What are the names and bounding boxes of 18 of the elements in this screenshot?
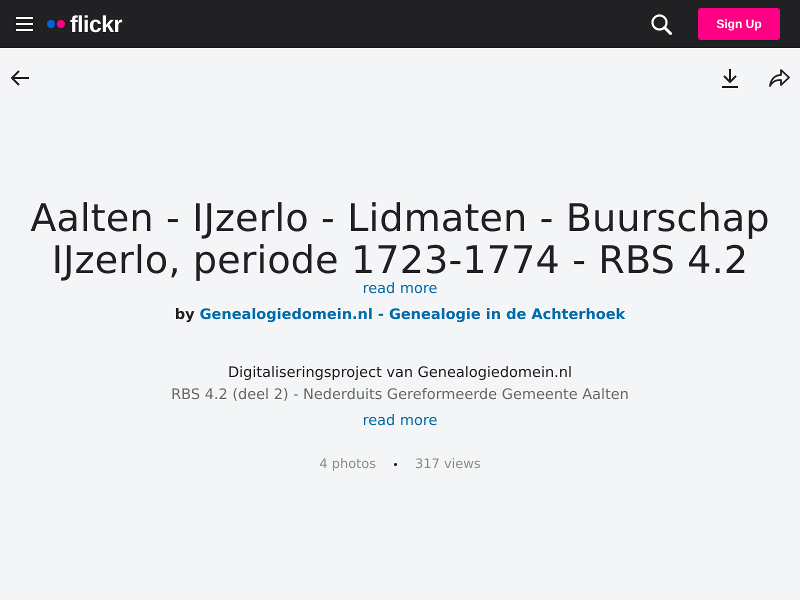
separator-dot — [394, 463, 397, 466]
read-more-link[interactable]: read more — [362, 281, 438, 297]
logo-dots-icon — [47, 20, 65, 28]
description-line: Digitaliseringsproject van Genealogiedomein.nl — [226, 365, 574, 381]
share-arrow-icon[interactable] — [769, 69, 790, 87]
description-line: RBS 4.2 (deel 2) - Nederduits Gereformeerde Gemeente Aalten — [171, 387, 629, 403]
album-author-line: by Genealogiedomein.nl - Genealogie in de Achterhoek — [174, 307, 626, 323]
download-icon[interactable] — [721, 68, 739, 88]
search-icon[interactable] — [651, 14, 672, 34]
album-title: Aalten - IJzerlo - Lidmaten - Buurschap IJzerlo, periode 1723-1774 - RBS 4.2 — [29, 197, 771, 281]
menu-icon[interactable] — [16, 17, 33, 31]
album-stat: 317 views — [415, 457, 481, 472]
author-link[interactable]: Genealogiedomein.nl - Genealogie in de Achterhoek — [200, 307, 626, 323]
sign-up-button[interactable]: Sign Up — [698, 8, 780, 40]
back-arrow-icon[interactable] — [10, 70, 30, 86]
album-stat: 4 photos — [319, 457, 376, 472]
logo[interactable]: flickr — [70, 10, 122, 38]
read-more-link[interactable]: read more — [362, 413, 438, 429]
